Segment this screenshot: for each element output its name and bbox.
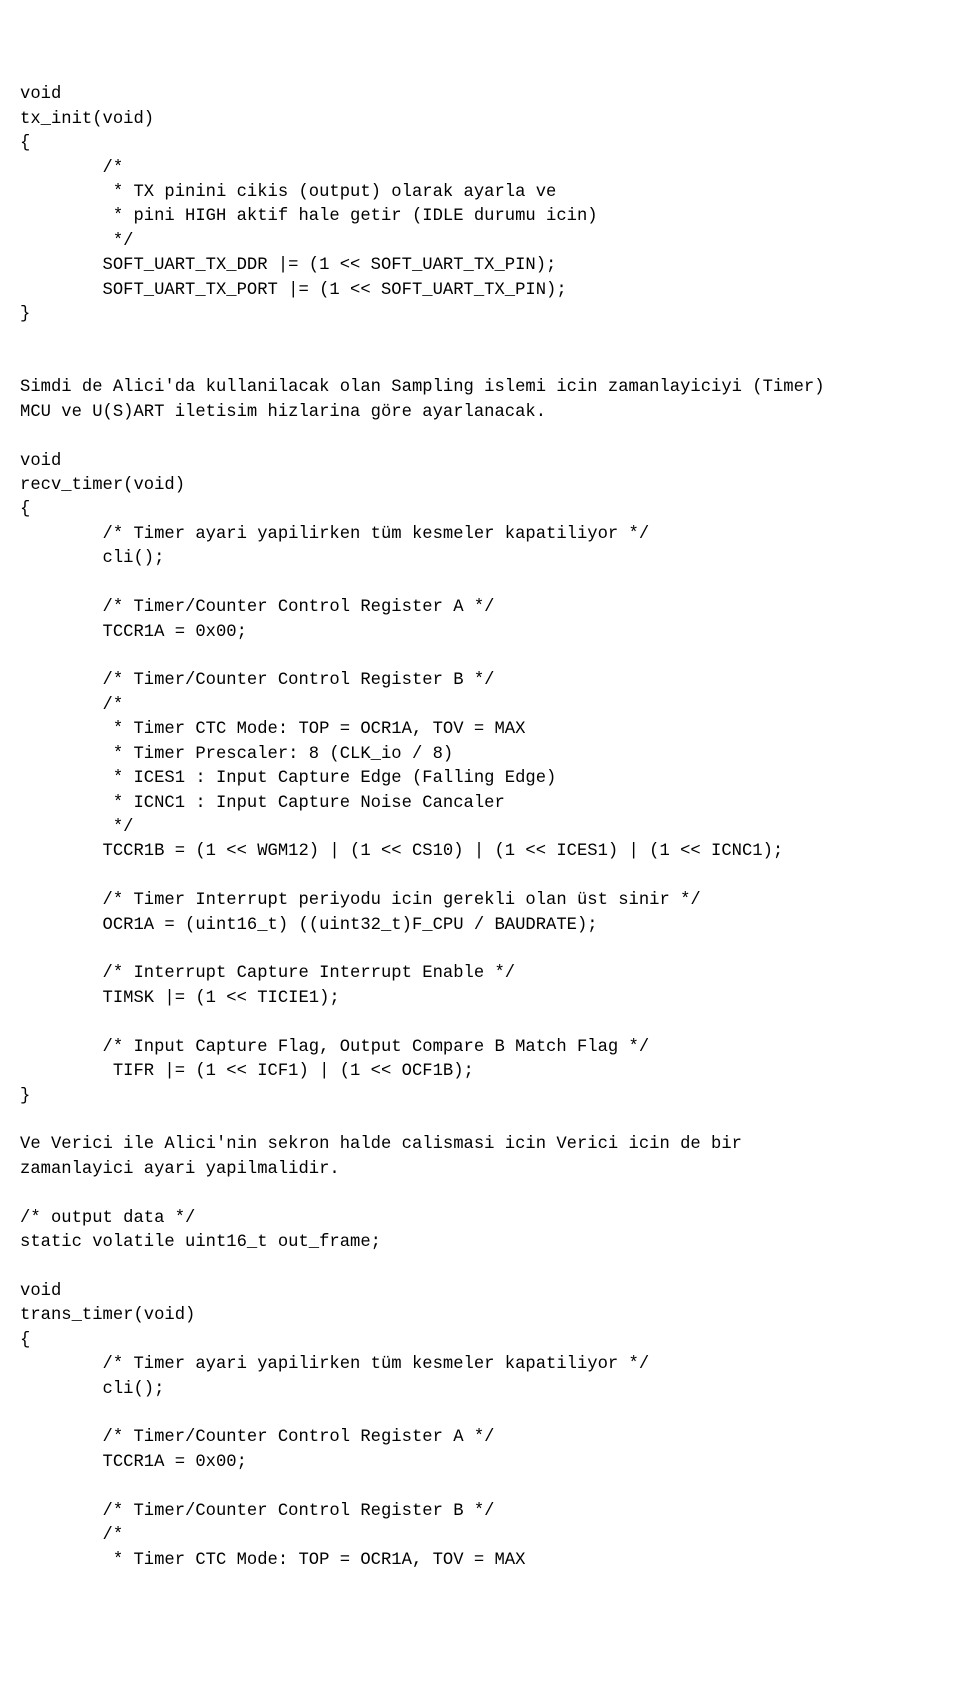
- code-text: void tx_init(void) { /* * TX pinini ciki…: [20, 85, 825, 1569]
- code-document: void tx_init(void) { /* * TX pinini ciki…: [20, 83, 940, 1573]
